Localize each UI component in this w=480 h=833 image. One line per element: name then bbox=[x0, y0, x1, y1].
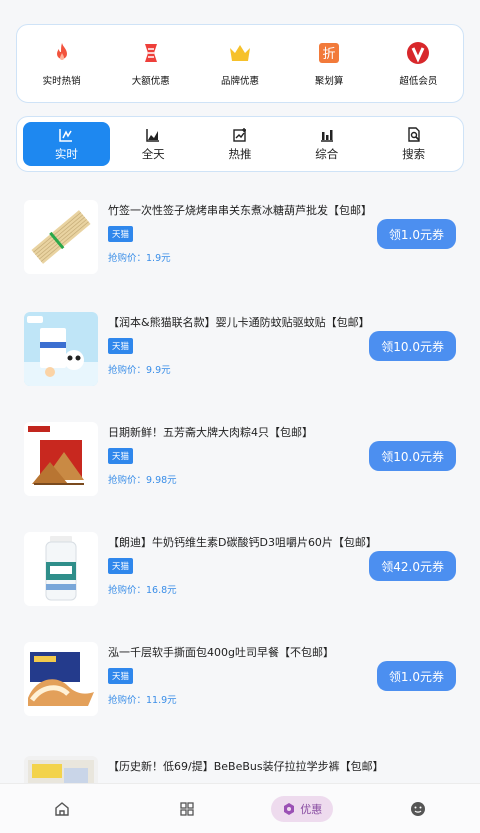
coupon-button[interactable]: 领10.0元券 bbox=[369, 441, 456, 471]
tmall-badge: 天猫 bbox=[108, 668, 134, 684]
trending-icon bbox=[233, 127, 246, 142]
quick-item-realtime-hot[interactable]: 实时热销 bbox=[22, 41, 102, 87]
discount-tag-icon bbox=[284, 802, 295, 815]
quick-item-label: 大额优惠 bbox=[131, 75, 170, 87]
quick-item-juhuasuan[interactable]: 折 聚划算 bbox=[289, 41, 369, 87]
tmall-badge: 天猫 bbox=[108, 226, 134, 242]
quick-item-big-coupon[interactable]: 大额优惠 bbox=[111, 41, 191, 87]
coupon-button[interactable]: 领1.0元券 bbox=[376, 219, 456, 249]
svg-text:折: 折 bbox=[323, 47, 336, 62]
tab-search[interactable]: 搜索 bbox=[370, 122, 457, 166]
home-icon bbox=[55, 801, 69, 816]
product-title: 【朗迪】牛奶钙维生素D碳酸钙D3咀嚼片60片【包邮】 bbox=[108, 536, 377, 549]
search-doc-icon bbox=[407, 126, 420, 142]
tab-label: 热推 bbox=[228, 146, 252, 161]
product-image bbox=[24, 422, 98, 496]
product-item[interactable]: 泓一千层软手撕面包400g吐司早餐【不包邮】 天猫 抢购价：11.9元 领1.0… bbox=[24, 642, 464, 716]
product-title: 【历史新！低69/提】BeBeBus装仔拉拉学步裤【包邮】 bbox=[108, 760, 384, 773]
coupon-icon bbox=[144, 43, 157, 62]
product-title: 【润本&熊猫联名款】婴儿卡通防蚊贴驱蚊贴【包邮】 bbox=[108, 316, 370, 329]
product-image bbox=[24, 312, 98, 386]
quick-menu: 实时热销 大额优惠 品牌优惠 折 聚划算 超低会员 bbox=[16, 24, 464, 103]
product-title: 日期新鲜！五芳斋大牌大肉粽4只【包邮】 bbox=[108, 426, 313, 439]
crown-icon bbox=[229, 44, 250, 61]
coupon-button[interactable]: 领1.0元券 bbox=[376, 661, 456, 691]
product-price: 抢购价：1.9元 bbox=[108, 253, 171, 264]
product-item[interactable]: 日期新鲜！五芳斋大牌大肉粽4只【包邮】 天猫 抢购价：9.98元 领10.0元券 bbox=[24, 422, 464, 496]
coupon-button[interactable]: 领10.0元券 bbox=[369, 331, 456, 361]
tab-realtime[interactable]: 实时 bbox=[23, 122, 110, 166]
nav-discount[interactable]: 优惠 bbox=[271, 795, 334, 822]
quick-item-brand[interactable]: 品牌优惠 bbox=[200, 41, 280, 87]
product-title: 竹签一次性签子烧烤串串关东煮冰糖葫芦批发【包邮】 bbox=[108, 204, 372, 217]
tab-comprehensive[interactable]: 综合 bbox=[283, 122, 370, 166]
v-badge-icon bbox=[407, 41, 430, 64]
product-title: 泓一千层软手撕面包400g吐司早餐【不包邮】 bbox=[108, 646, 334, 659]
quick-item-label: 超低会员 bbox=[399, 75, 438, 87]
tab-bar: 实时 全天 热推 综合 搜索 bbox=[16, 116, 464, 172]
tab-label: 全天 bbox=[141, 146, 165, 161]
nav-home[interactable] bbox=[22, 794, 102, 824]
product-image bbox=[24, 532, 98, 606]
tmall-badge: 天猫 bbox=[108, 558, 134, 574]
area-chart-icon bbox=[146, 128, 160, 142]
product-item[interactable]: 竹签一次性签子烧烤串串关东煮冰糖葫芦批发【包邮】 天猫 抢购价：1.9元 领1.… bbox=[24, 200, 464, 274]
product-price: 抢购价：11.9元 bbox=[108, 695, 177, 706]
tab-label: 综合 bbox=[315, 146, 339, 161]
grid-icon bbox=[180, 801, 194, 816]
flame-icon bbox=[56, 42, 67, 60]
nav-discount-label: 优惠 bbox=[300, 802, 323, 816]
quick-item-label: 品牌优惠 bbox=[220, 75, 259, 87]
tmall-badge: 天猫 bbox=[108, 338, 134, 354]
smiley-icon bbox=[410, 801, 425, 816]
product-item[interactable]: 【润本&熊猫联名款】婴儿卡通防蚊贴驱蚊贴【包邮】 天猫 抢购价：9.9元 领10… bbox=[24, 312, 464, 386]
tab-all-day[interactable]: 全天 bbox=[110, 122, 197, 166]
tab-hot-push[interactable]: 热推 bbox=[197, 122, 284, 166]
tab-label: 搜索 bbox=[402, 146, 426, 161]
product-image bbox=[24, 642, 98, 716]
product-price: 抢购价：16.8元 bbox=[108, 585, 177, 596]
product-image bbox=[24, 200, 98, 274]
bottom-nav: 优惠 bbox=[0, 783, 480, 833]
tmall-badge: 天猫 bbox=[108, 448, 134, 464]
product-price: 抢购价：9.98元 bbox=[108, 475, 177, 486]
bar-chart-icon bbox=[320, 129, 333, 142]
nav-profile[interactable] bbox=[378, 794, 458, 824]
realtime-chart-icon bbox=[59, 128, 73, 142]
tab-label: 实时 bbox=[54, 146, 78, 161]
quick-item-label: 实时热销 bbox=[42, 75, 81, 87]
quick-item-low-vip[interactable]: 超低会员 bbox=[378, 41, 458, 87]
coupon-button[interactable]: 领42.0元券 bbox=[369, 551, 456, 581]
nav-categories[interactable] bbox=[147, 794, 227, 824]
discount-icon: 折 bbox=[319, 42, 340, 63]
product-price: 抢购价：9.9元 bbox=[108, 365, 171, 376]
product-item[interactable]: 【朗迪】牛奶钙维生素D碳酸钙D3咀嚼片60片【包邮】 天猫 抢购价：16.8元 … bbox=[24, 532, 464, 606]
quick-item-label: 聚划算 bbox=[314, 75, 344, 87]
